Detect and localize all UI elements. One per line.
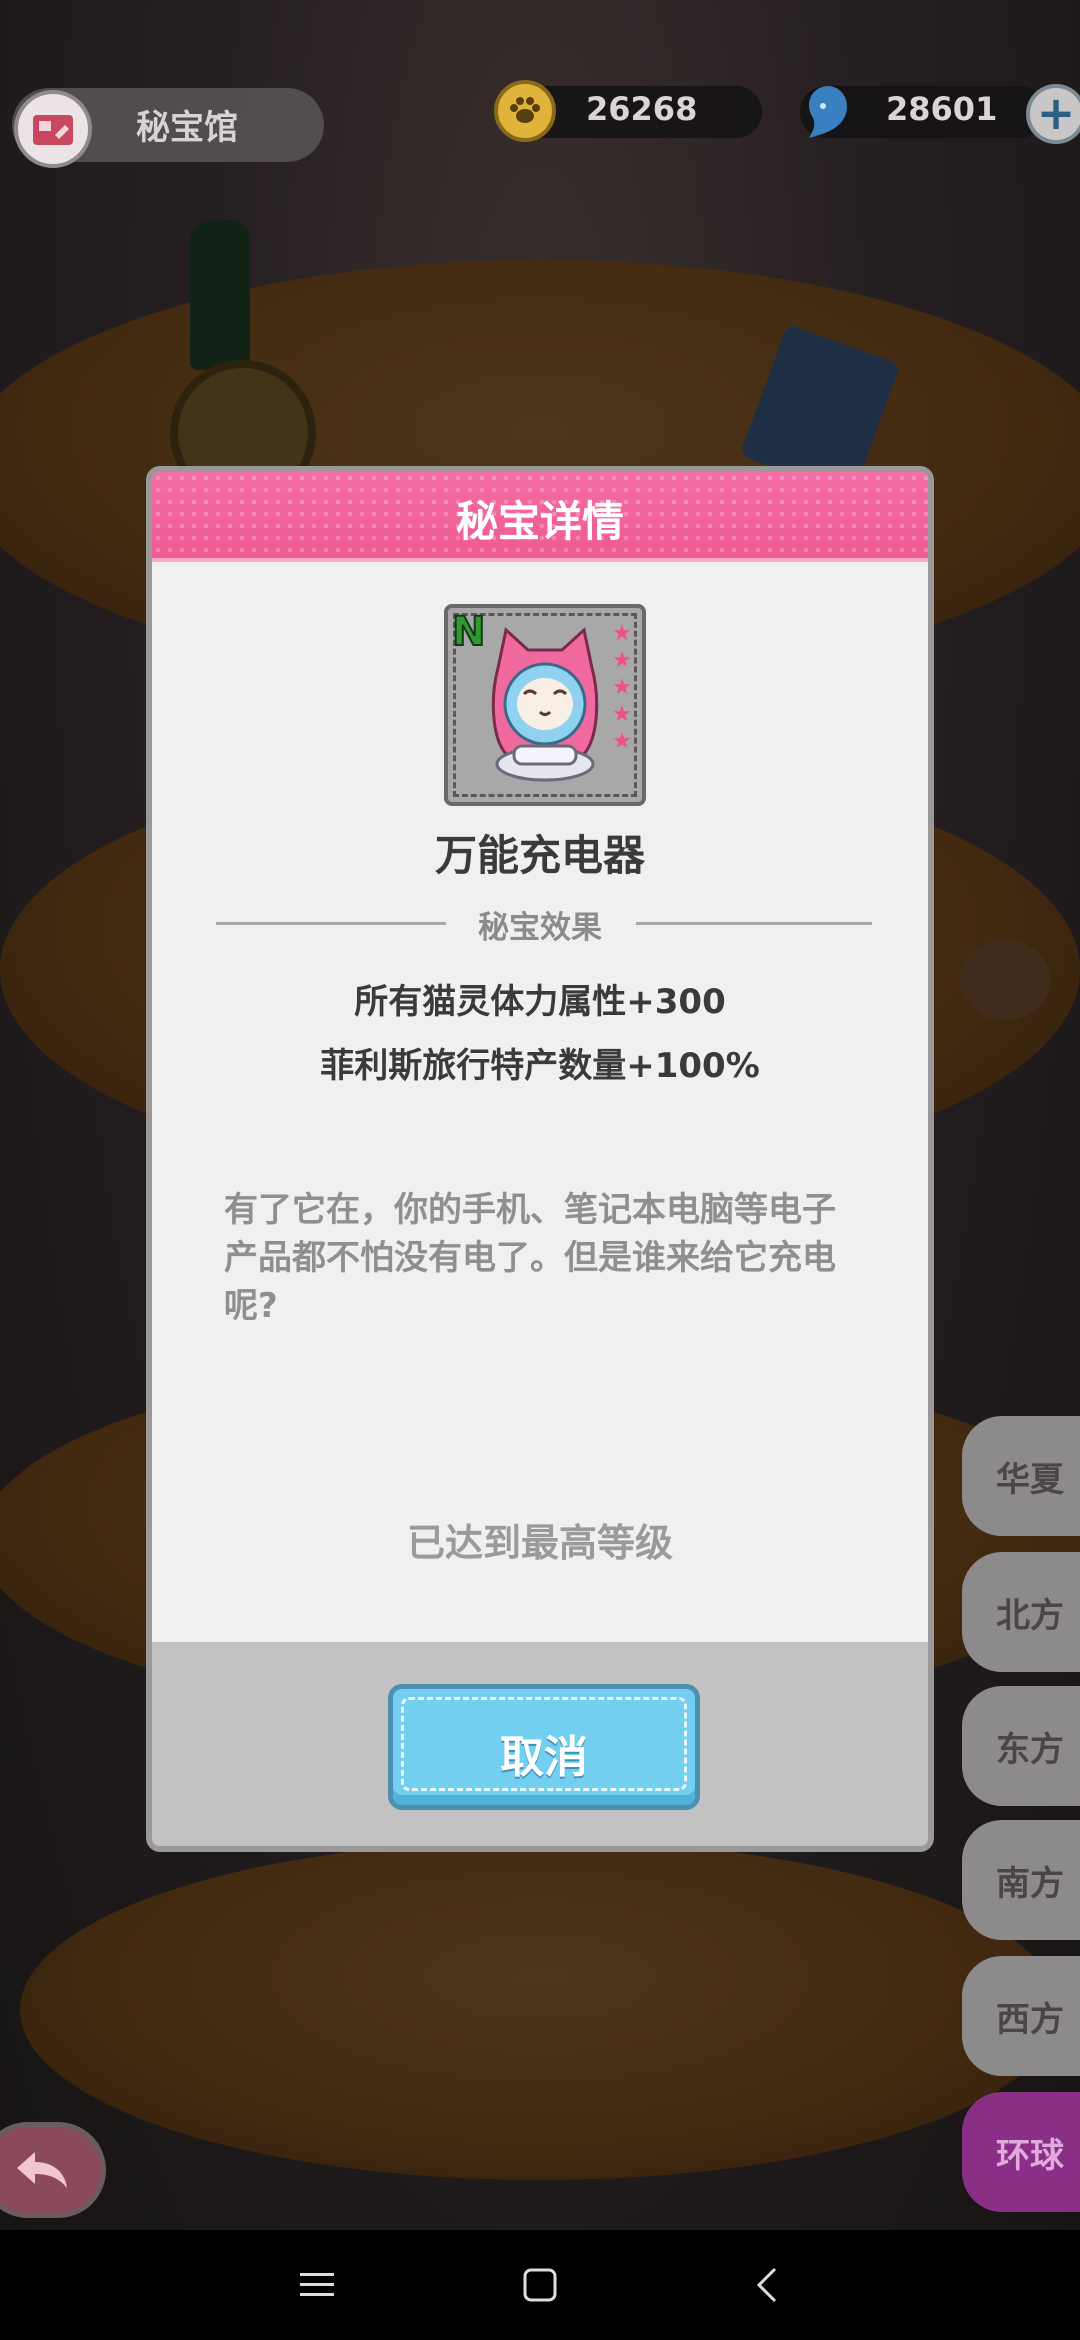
item-description: 有了它在，你的手机、笔记本电脑等电子产品都不怕没有电了。但是谁来给它充电呢? xyxy=(224,1190,836,1326)
effect-line-2: 菲利斯旅行特产数量+100% xyxy=(320,1046,760,1086)
cancel-label: 取消 xyxy=(500,1732,588,1783)
star-rating: ★ ★ ★ ★ ★ xyxy=(610,620,634,755)
star-icon: ★ xyxy=(612,675,632,700)
paw-coin-icon xyxy=(494,80,556,142)
museum-icon xyxy=(14,90,92,168)
menu-nav-icon[interactable] xyxy=(282,2250,352,2320)
rarity-badge: N xyxy=(451,609,487,655)
home-nav-icon[interactable] xyxy=(505,2250,575,2320)
star-icon: ★ xyxy=(612,621,632,646)
item-name: 万能充电器 xyxy=(434,831,645,880)
tab-region-global[interactable]: 环球 xyxy=(962,2092,1080,2212)
tab-region-north[interactable]: 北方 xyxy=(962,1552,1080,1672)
max-level-status: 已达到最高等级 xyxy=(406,1521,673,1565)
back-button[interactable] xyxy=(0,2122,106,2218)
dialog-title: 秘宝详情 xyxy=(455,497,624,546)
divider-right xyxy=(636,922,872,925)
coin-value: 26268 xyxy=(586,90,698,128)
treasure-detail-dialog: 秘宝详情 N ★ ★ ★ ★ ★ 万能充电器 秘宝效果 所有猫灵体力属性+300… xyxy=(146,466,934,1852)
tab-region-west[interactable]: 西方 xyxy=(962,1956,1080,2076)
blue-spirit-icon xyxy=(796,80,858,142)
back-nav-icon[interactable] xyxy=(732,2250,802,2320)
gem-value: 28601 xyxy=(886,90,998,128)
back-arrow-icon xyxy=(17,2152,67,2188)
add-currency-button[interactable]: + xyxy=(1026,84,1080,144)
tab-region-huaxia[interactable]: 华夏 xyxy=(962,1416,1080,1536)
cancel-button[interactable]: 取消 xyxy=(388,1684,700,1810)
star-icon: ★ xyxy=(612,729,632,754)
star-icon: ★ xyxy=(612,648,632,673)
effect-line-1: 所有猫灵体力属性+300 xyxy=(354,982,726,1022)
star-icon: ★ xyxy=(612,702,632,727)
tab-region-south[interactable]: 南方 xyxy=(962,1820,1080,1940)
tab-region-east[interactable]: 东方 xyxy=(962,1686,1080,1806)
page-title: 秘宝馆 xyxy=(136,108,238,148)
